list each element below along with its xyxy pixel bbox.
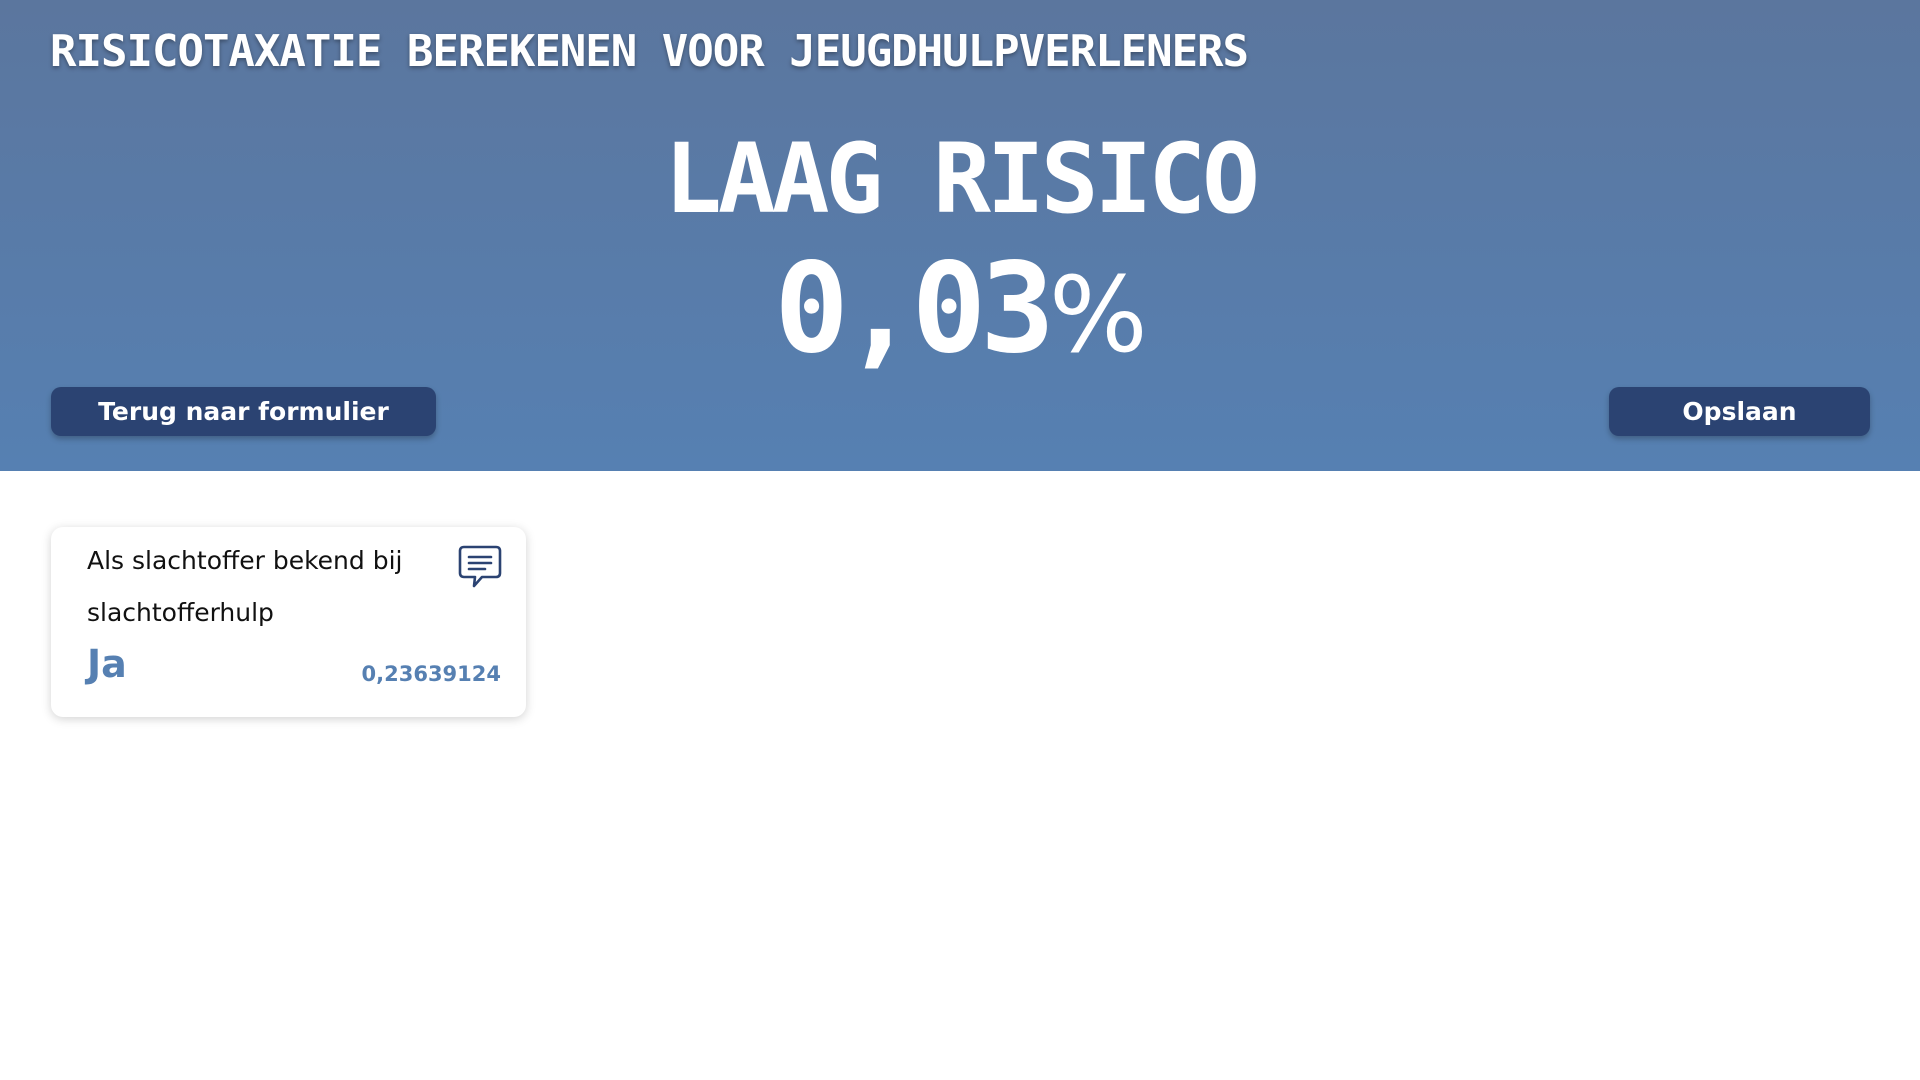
factor-answer: Ja xyxy=(87,642,127,686)
result-header: RISICOTAXATIE BEREKENEN VOOR JEUGDHULPVE… xyxy=(0,0,1920,471)
comment-icon-graphic xyxy=(458,545,502,588)
risk-percentage: 0,03% xyxy=(0,244,1920,411)
save-button[interactable]: Opslaan xyxy=(1609,387,1870,436)
risk-percentage-value: 0,03 xyxy=(774,237,1055,381)
factor-card: Als slachtoffer bekend bij slachtofferhu… xyxy=(51,527,526,717)
factor-label: Als slachtoffer bekend bij slachtofferhu… xyxy=(87,546,403,627)
comment-icon[interactable] xyxy=(457,544,503,590)
factor-score: 0,23639124 xyxy=(361,662,501,686)
risk-percentage-unit: % xyxy=(1048,254,1148,376)
risk-level: LAAG RISICO xyxy=(664,123,1260,235)
back-to-form-button[interactable]: Terug naar formulier xyxy=(51,387,436,436)
app-title: RISICOTAXATIE BEREKENEN VOOR JEUGDHULPVE… xyxy=(50,26,1249,77)
